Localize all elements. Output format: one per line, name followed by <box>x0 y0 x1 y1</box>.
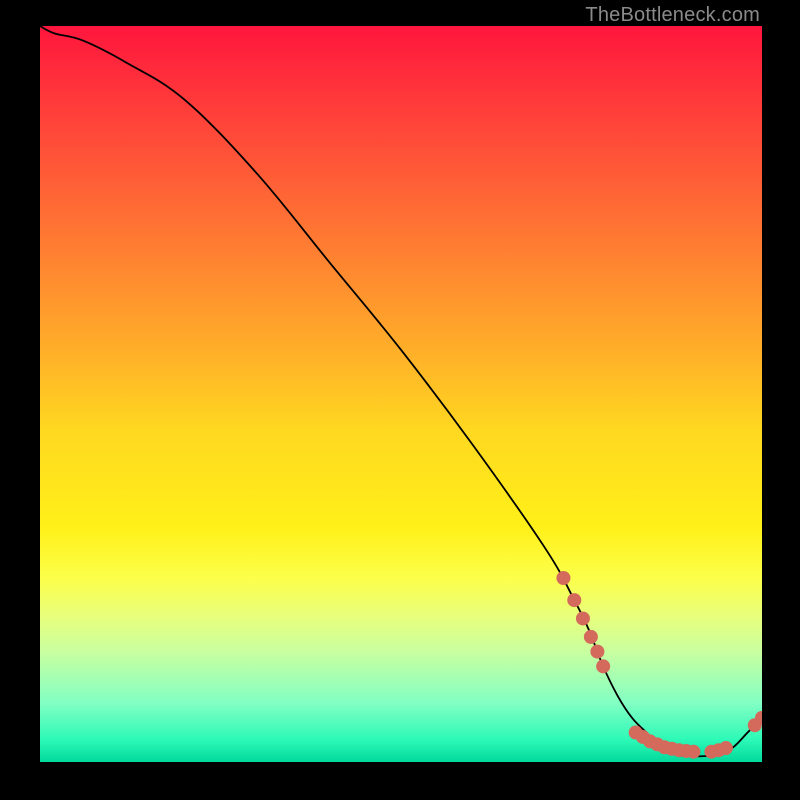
data-marker <box>576 612 589 625</box>
data-marker <box>719 742 732 755</box>
watermark-text: TheBottleneck.com <box>585 4 760 27</box>
curve-markers <box>557 572 762 759</box>
data-marker <box>597 660 610 673</box>
curve-line <box>40 26 762 756</box>
chart-svg <box>40 26 762 762</box>
data-marker <box>557 572 570 585</box>
data-marker <box>568 594 581 607</box>
plot-area <box>40 26 762 762</box>
data-marker <box>591 645 604 658</box>
data-marker <box>687 745 700 758</box>
data-marker <box>584 630 597 643</box>
